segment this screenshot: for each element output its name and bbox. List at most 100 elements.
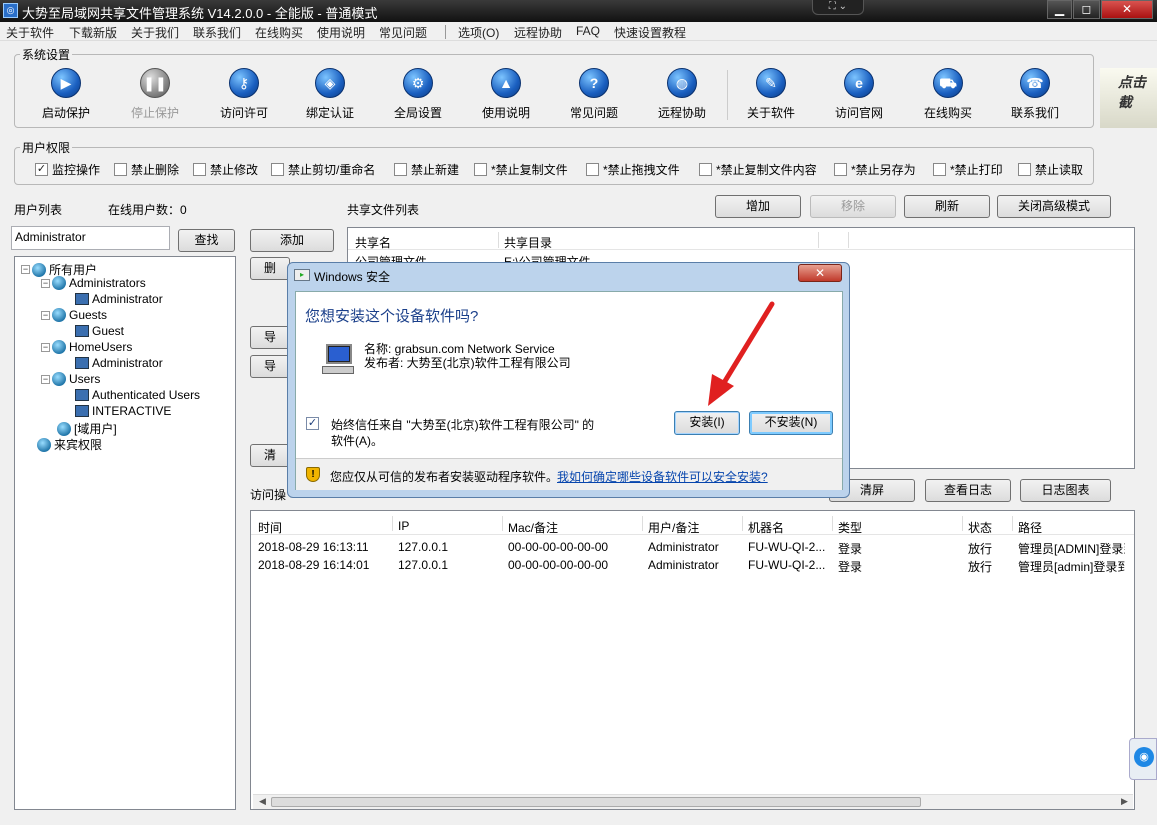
tree-node-users[interactable]: − Users — [41, 372, 100, 386]
user-search-input[interactable]: Administrator — [11, 226, 170, 250]
log-column-header[interactable]: Mac/备注 — [508, 519, 558, 536]
import-button[interactable]: 导 — [250, 326, 290, 349]
always-trust-text-2[interactable]: 软件(A)。 — [331, 432, 383, 449]
always-trust-text[interactable]: 始终信任来自 "大势至(北京)软件工程有限公司" 的 — [331, 416, 594, 433]
permission-option[interactable]: 禁止修改 — [193, 161, 258, 178]
permission-checkbox[interactable] — [193, 163, 206, 176]
permission-checkbox[interactable] — [933, 163, 946, 176]
menu-about-software[interactable]: 关于软件 — [6, 24, 54, 41]
toolbar-question-button[interactable]: ? 常见问题 — [558, 68, 630, 121]
toolbar-cart-button[interactable]: ⛟ 在线购买 — [912, 68, 984, 121]
tree-node-guest-permissions[interactable]: 来宾权限 — [37, 436, 102, 453]
toolbar-phone-button[interactable]: ☎ 联系我们 — [999, 68, 1071, 121]
tree-node-domain-users[interactable]: [域用户] — [57, 420, 117, 437]
find-button[interactable]: 查找 — [178, 229, 235, 252]
dialog-close-button[interactable]: ✕ — [798, 264, 842, 282]
tree-node-homeusers-administrator[interactable]: Administrator — [75, 356, 163, 370]
tree-node-administrators[interactable]: − Administrators — [41, 276, 146, 290]
permission-option[interactable]: *禁止打印 — [933, 161, 1003, 178]
horizontal-scrollbar[interactable]: ◀ ▶ — [253, 794, 1133, 809]
refresh-button[interactable]: 刷新 — [904, 195, 990, 218]
tree-node-guest[interactable]: Guest — [75, 324, 124, 338]
permission-option[interactable]: 禁止剪切/重命名 — [271, 161, 375, 178]
export-button[interactable]: 导 — [250, 355, 290, 378]
menu-options[interactable]: 选项(O) — [458, 24, 499, 41]
collapse-icon[interactable]: − — [41, 374, 50, 384]
toolbar-key-button[interactable]: ⚷ 访问许可 — [208, 68, 280, 121]
add-share-button[interactable]: 增加 — [715, 195, 801, 218]
tree-node-administrator[interactable]: Administrator — [75, 292, 163, 306]
toolbar-shield-button[interactable]: ◈ 绑定认证 — [294, 68, 366, 121]
remove-share-button[interactable]: 移除 — [810, 195, 896, 218]
delete-user-button[interactable]: 删 — [250, 257, 290, 280]
menu-quick-setup[interactable]: 快速设置教程 — [614, 24, 686, 41]
tree-node-homeusers[interactable]: − HomeUsers — [41, 340, 132, 354]
promo-side-image[interactable]: 点击 截 — [1100, 68, 1157, 128]
permission-checkbox[interactable]: ✓ — [35, 163, 48, 176]
log-column-header[interactable]: 类型 — [838, 519, 862, 536]
log-column-header[interactable]: 时间 — [258, 519, 282, 536]
permission-option[interactable]: ✓ 监控操作 — [35, 161, 100, 178]
access-log-table[interactable]: 时间 IP Mac/备注 用户/备注 机器名 类型 状态 路径 2018-08-29 16:1… — [250, 510, 1135, 810]
column-share-dir[interactable]: 共享目录 — [504, 234, 552, 251]
scroll-right-icon[interactable]: ▶ — [1121, 796, 1128, 807]
minimize-button[interactable]: ▁ — [1047, 0, 1072, 19]
add-user-button[interactable]: 添加 — [250, 229, 334, 252]
menu-faq[interactable]: FAQ — [576, 24, 600, 38]
close-button[interactable]: ✕ — [1101, 0, 1153, 19]
user-tree[interactable]: − 所有用户 − Administrators Administrator − Gue… — [14, 256, 236, 810]
permission-checkbox[interactable] — [1018, 163, 1031, 176]
menu-about-us[interactable]: 关于我们 — [131, 24, 179, 41]
permission-option[interactable]: *禁止复制文件内容 — [699, 161, 817, 178]
log-column-header[interactable]: 机器名 — [748, 519, 784, 536]
log-column-header[interactable]: 状态 — [968, 519, 992, 536]
collapse-tab-icon[interactable]: ⛶ ⌄ — [812, 0, 864, 15]
close-advanced-mode-button[interactable]: 关闭高级模式 — [997, 195, 1111, 218]
permission-checkbox[interactable] — [474, 163, 487, 176]
collapse-icon[interactable]: − — [41, 310, 50, 320]
permission-checkbox[interactable] — [834, 163, 847, 176]
restore-button[interactable]: ◻ — [1073, 0, 1100, 19]
log-column-header[interactable]: IP — [398, 519, 409, 533]
permission-option[interactable]: 禁止删除 — [114, 161, 179, 178]
toolbar-pause-button[interactable]: ❚❚ 停止保护 — [119, 68, 191, 121]
collapse-icon[interactable]: − — [41, 342, 50, 352]
title-bar[interactable]: ◎ 大势至局域网共享文件管理系统 V14.2.0.0 - 全能版 - 普通模式 … — [0, 0, 1157, 22]
column-share-name[interactable]: 共享名 — [355, 234, 391, 251]
toolbar-globe-button[interactable]: ◍ 远程协助 — [646, 68, 718, 121]
safe-install-help-link[interactable]: 我如何确定哪些设备软件可以安全安装? — [557, 468, 768, 485]
log-row[interactable]: 2018-08-29 16:13:11 127.0.0.1 00-00-00-00-… — [251, 537, 1134, 556]
toolbar-ie-button[interactable]: e 访问官网 — [823, 68, 895, 121]
scroll-left-icon[interactable]: ◀ — [259, 796, 266, 807]
support-widget[interactable]: ◉ — [1129, 738, 1157, 780]
menu-manual[interactable]: 使用说明 — [317, 24, 365, 41]
tree-node-guests[interactable]: − Guests — [41, 308, 107, 322]
tree-node-authenticated-users[interactable]: Authenticated Users — [75, 388, 200, 402]
toolbar-graduation-cap-button[interactable]: ▲ 使用说明 — [470, 68, 542, 121]
menu-buy[interactable]: 在线购买 — [255, 24, 303, 41]
view-log-button[interactable]: 查看日志 — [925, 479, 1011, 502]
permission-option[interactable]: 禁止读取 — [1018, 161, 1083, 178]
permission-option[interactable]: *禁止另存为 — [834, 161, 916, 178]
menu-remote[interactable]: 远程协助 — [514, 24, 562, 41]
install-button[interactable]: 安装(I) — [674, 411, 740, 435]
scrollbar-thumb[interactable] — [271, 797, 921, 807]
menu-contact[interactable]: 联系我们 — [193, 24, 241, 41]
permission-option[interactable]: *禁止复制文件 — [474, 161, 568, 178]
permission-checkbox[interactable] — [586, 163, 599, 176]
permission-checkbox[interactable] — [271, 163, 284, 176]
always-trust-checkbox[interactable]: ✓ — [306, 417, 319, 430]
log-column-header[interactable]: 路径 — [1018, 519, 1042, 536]
collapse-icon[interactable]: − — [21, 265, 30, 274]
tree-node-interactive[interactable]: INTERACTIVE — [75, 404, 171, 418]
toolbar-gear-button[interactable]: ⚙ 全局设置 — [382, 68, 454, 121]
clear-users-button[interactable]: 清 — [250, 444, 290, 467]
permission-checkbox[interactable] — [394, 163, 407, 176]
permission-option[interactable]: *禁止拖拽文件 — [586, 161, 680, 178]
toolbar-play-button[interactable]: ▶ 启动保护 — [30, 68, 102, 121]
menu-faq-cn[interactable]: 常见问题 — [379, 24, 427, 41]
log-column-header[interactable]: 用户/备注 — [648, 519, 699, 536]
log-row[interactable]: 2018-08-29 16:14:01 127.0.0.1 00-00-00-00-… — [251, 555, 1134, 574]
toolbar-document-button[interactable]: ✎ 关于软件 — [735, 68, 807, 121]
menu-download[interactable]: 下载新版 — [69, 24, 117, 41]
